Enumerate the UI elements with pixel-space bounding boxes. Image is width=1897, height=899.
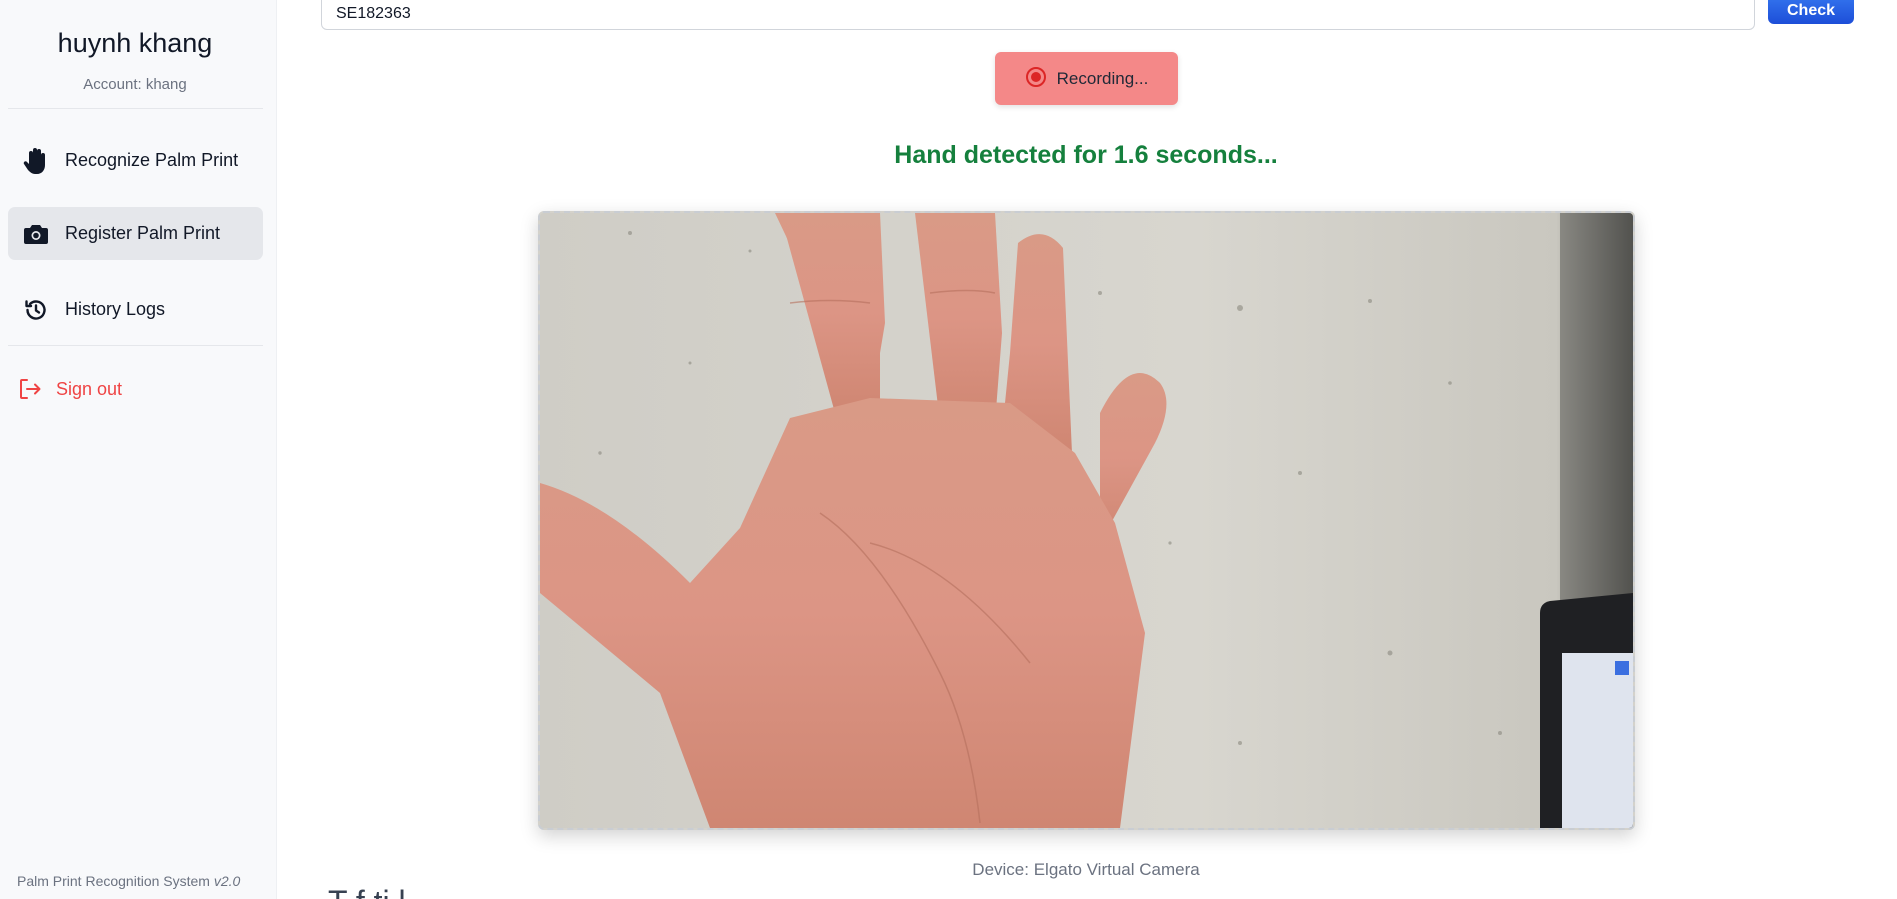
camera-preview	[538, 211, 1635, 830]
divider	[8, 345, 263, 346]
nav-label: History Logs	[65, 299, 166, 319]
recording-label: Recording...	[1056, 68, 1149, 88]
user-account: Account: khang	[83, 76, 187, 93]
check-button[interactable]: Check	[1768, 0, 1854, 24]
device-label: Device: Elgato Virtual Camera	[972, 860, 1200, 879]
history-icon	[22, 296, 50, 324]
section-heading: T f ti l	[328, 884, 406, 899]
nav-label: Register Palm Print	[65, 223, 221, 243]
record-icon	[1025, 66, 1047, 91]
sidebar: huynh khang Account: khang Recognize Pal…	[0, 0, 277, 899]
logout-icon	[16, 375, 44, 403]
student-id-input[interactable]	[321, 0, 1755, 30]
nav-register-palm-print[interactable]: Register Palm Print	[8, 207, 263, 260]
sign-out-label: Sign out	[56, 378, 123, 399]
divider	[8, 108, 263, 109]
detection-status: Hand detected for 1.6 seconds...	[894, 141, 1278, 169]
camera-feed-image	[540, 213, 1633, 828]
nav-history-logs[interactable]: History Logs	[8, 283, 263, 336]
sign-out-button[interactable]: Sign out	[8, 369, 122, 409]
recording-button[interactable]: Recording...	[995, 52, 1178, 105]
app-root: huynh khang Account: khang Recognize Pal…	[0, 0, 1897, 899]
camera-icon	[22, 220, 50, 248]
user-name: huynh khang	[57, 28, 213, 58]
